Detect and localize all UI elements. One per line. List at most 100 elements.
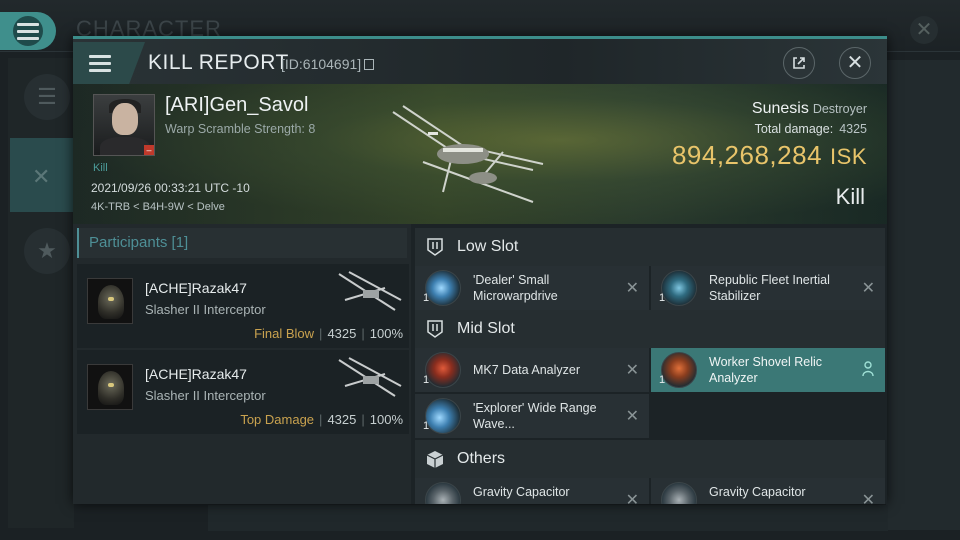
- total-damage: Total damage: 4325: [755, 122, 867, 136]
- top-damage-tag: Top Damage: [240, 412, 315, 427]
- external-link-icon: [793, 57, 805, 69]
- dialog-header: KILL REPORT [ID:6104691] ✕: [73, 36, 887, 84]
- kill-location: 4K-TRB < B4H-9W < Delve: [91, 201, 225, 213]
- mid-slot-icon: [427, 320, 443, 338]
- destroyed-icon: ✕: [861, 492, 875, 504]
- background-sidebar-active-tab[interactable]: ✕: [10, 138, 74, 212]
- destroyed-icon: ✕: [625, 362, 639, 379]
- participant-ship: Slasher II Interceptor: [145, 388, 266, 403]
- total-damage-label: Total damage:: [754, 122, 834, 136]
- isk-value: 894,268,284 ISK: [672, 140, 867, 171]
- gravity-capacitor-icon: [425, 482, 461, 504]
- participants-panel: Participants [1] [ACHE]Razak47 Slasher I…: [73, 224, 411, 504]
- participant-name: [ACHE]Razak47: [145, 280, 247, 296]
- kill-datetime: 2021/09/26 00:33:21 UTC -10: [91, 181, 250, 195]
- module-name: MK7 Data Analyzer: [473, 363, 580, 377]
- others-label: Others: [457, 450, 506, 467]
- close-icon: ✕: [846, 52, 864, 74]
- victim-name[interactable]: [ARI]Gen_Savol: [165, 94, 308, 117]
- copy-icon[interactable]: [364, 59, 375, 70]
- background-bottom-row: [208, 505, 888, 531]
- result-label: Kill: [835, 184, 865, 209]
- report-id[interactable]: [ID:6104691]: [281, 56, 375, 72]
- dialog-title: KILL REPORT: [148, 51, 289, 74]
- gravity-capacitor-icon: [661, 482, 697, 504]
- background-sidebar: ☰ ★: [8, 58, 74, 528]
- background-close-button[interactable]: ✕: [910, 16, 938, 44]
- kill-tag: Kill: [93, 162, 108, 174]
- module-qty: 1: [659, 292, 666, 304]
- ship-class: Destroyer: [812, 102, 867, 116]
- low-slot-header: Low Slot: [415, 228, 885, 266]
- interceptor-ship-icon: [338, 357, 402, 397]
- background-right-pane: [886, 60, 960, 530]
- cube-icon: [426, 451, 444, 468]
- star-icon[interactable]: ★: [24, 228, 70, 274]
- scanner-icon: [425, 398, 461, 434]
- warp-scramble-strength: Warp Scramble Strength: 8: [165, 122, 316, 136]
- background-menu-button[interactable]: [0, 12, 56, 50]
- low-slot-label: Low Slot: [457, 238, 519, 255]
- participant-row[interactable]: [ACHE]Razak47 Slasher II Interceptor Top…: [77, 350, 409, 434]
- module-item[interactable]: 1 Gravity Capacitor ✕: [415, 478, 649, 504]
- data-analyzer-icon: [425, 352, 461, 388]
- participant-avatar: [87, 364, 133, 410]
- fittings-panel: Low Slot 1 'Dealer' Small Microwarpdrive…: [413, 224, 887, 504]
- close-button[interactable]: ✕: [839, 47, 871, 79]
- module-item-selected[interactable]: 1 Worker Shovel Relic Analyzer: [651, 348, 885, 392]
- isk-unit: ISK: [830, 144, 867, 169]
- others-header: Others: [415, 440, 885, 478]
- participant-avatar: [87, 278, 133, 324]
- victim-ship[interactable]: Sunesis Destroyer: [752, 100, 867, 118]
- menu-icon: [89, 54, 111, 72]
- participant-damage: 4325: [327, 326, 357, 341]
- module-item[interactable]: 1 MK7 Data Analyzer ✕: [415, 348, 649, 392]
- module-item[interactable]: 1 'Dealer' Small Microwarpdrive ✕: [415, 266, 649, 310]
- destroyed-icon: ✕: [861, 280, 875, 297]
- participant-percent: 100%: [369, 326, 403, 341]
- destroyed-icon: ✕: [625, 408, 639, 425]
- microwarpdrive-icon: [425, 270, 461, 306]
- share-button[interactable]: [783, 47, 815, 79]
- participant-row[interactable]: [ACHE]Razak47 Slasher II Interceptor Fin…: [77, 264, 409, 348]
- isk-amount: 894,268,284: [671, 140, 823, 170]
- destroyed-icon: ✕: [625, 280, 639, 297]
- destroyed-icon: ✕: [625, 492, 639, 504]
- module-item[interactable]: 1 'Explorer' Wide Range Wave... ✕: [415, 394, 649, 438]
- kill-report-dialog: KILL REPORT [ID:6104691] ✕ – Kill [ARI]G…: [73, 36, 887, 504]
- participant-stats: Final Blow | 4325 | 100%: [254, 326, 403, 341]
- total-damage-value: 4325: [839, 122, 867, 136]
- module-item[interactable]: 1 Republic Fleet Inertial Stabilizer ✕: [651, 266, 885, 310]
- module-name: Republic Fleet Inertial Stabilizer: [709, 273, 830, 303]
- low-slot-icon: [427, 238, 443, 256]
- ship-render-image: [392, 105, 544, 203]
- report-id-text: [ID:6104691]: [281, 56, 362, 72]
- participant-stats: Top Damage | 4325 | 100%: [240, 412, 403, 427]
- inertial-stabilizer-icon: [661, 270, 697, 306]
- module-qty: 1: [423, 292, 430, 304]
- participant-name: [ACHE]Razak47: [145, 366, 247, 382]
- swords-icon: ✕: [32, 164, 51, 189]
- module-name: Gravity Capacitor: [473, 485, 570, 499]
- victim-portrait[interactable]: –: [93, 94, 155, 156]
- participants-count: [1]: [171, 234, 189, 251]
- participants-label: Participants: [89, 234, 168, 251]
- module-qty: 1: [423, 420, 430, 432]
- participant-ship: Slasher II Interceptor: [145, 302, 266, 317]
- module-qty: 1: [423, 374, 430, 386]
- participant-percent: 100%: [369, 412, 403, 427]
- participant-damage: 4325: [327, 412, 357, 427]
- menu-icon: [17, 22, 39, 40]
- interceptor-ship-icon: [338, 271, 402, 311]
- module-qty: 1: [659, 374, 666, 386]
- participants-header: Participants [1]: [77, 228, 407, 258]
- victim-banner: – Kill [ARI]Gen_Savol Warp Scramble Stre…: [73, 84, 887, 224]
- minus-badge-icon: –: [144, 145, 154, 155]
- ship-name: Sunesis: [751, 100, 809, 117]
- dialog-menu-button[interactable]: [73, 42, 145, 84]
- module-name: Gravity Capacitor: [709, 485, 806, 499]
- module-name: Worker Shovel Relic Analyzer: [709, 355, 823, 385]
- list-icon[interactable]: ☰: [24, 74, 70, 120]
- module-item[interactable]: 1 Gravity Capacitor ✕: [651, 478, 885, 504]
- mid-slot-label: Mid Slot: [457, 320, 515, 337]
